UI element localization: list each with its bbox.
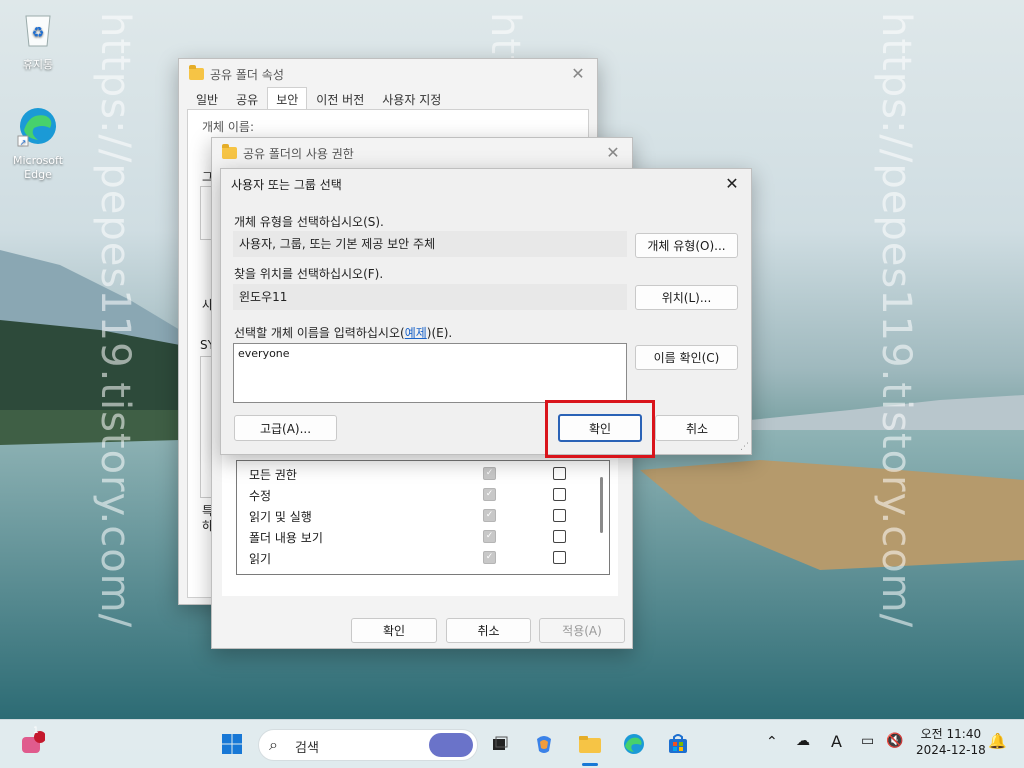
watermark: https://pepes119.tistory.com/: [873, 12, 919, 629]
permission-name: 읽기 및 실행: [249, 510, 312, 524]
permissions-apply-button[interactable]: 적용(A): [539, 618, 625, 643]
folder-icon: [189, 65, 204, 80]
active-app-indicator: [582, 763, 598, 766]
edge-label: Microsoft Edge: [12, 154, 64, 181]
search-placeholder: 검색: [295, 741, 319, 756]
object-names-label-prefix: 선택할 개체 이름을 입력하십시오(: [234, 326, 405, 340]
task-view-button[interactable]: [484, 728, 516, 760]
task-view-icon: [493, 736, 508, 750]
permissions-ok-button[interactable]: 확인: [351, 618, 437, 643]
network-offline-icon[interactable]: ☁: [796, 733, 810, 749]
properties-title: 공유 폴더 속성: [210, 67, 284, 82]
store-button[interactable]: [662, 728, 694, 760]
check-names-button[interactable]: 이름 확인(C): [635, 345, 738, 370]
properties-titlebar: 공유 폴더 속성: [179, 59, 597, 89]
svg-text:↗: ↗: [20, 138, 27, 147]
deny-checkbox[interactable]: [553, 488, 566, 501]
select-cancel-button[interactable]: 취소: [655, 415, 739, 441]
clock[interactable]: 오전 11:40 2024-12-18: [916, 726, 986, 758]
select-dialog-title: 사용자 또는 그룹 선택: [231, 177, 342, 192]
ime-indicator[interactable]: A: [831, 732, 842, 751]
chat-widget-button[interactable]: 1: [16, 726, 48, 760]
permissions-list: 모든 권한 ✓ 수정 ✓ 읽기 및 실행 ✓ 폴더 내용 보기 ✓ 읽기 ✓: [236, 460, 610, 575]
folder-icon: [222, 144, 237, 159]
permission-row: 읽기 ✓: [237, 548, 609, 568]
edge-icon: [624, 734, 644, 754]
permission-name: 폴더 내용 보기: [249, 531, 323, 545]
properties-close-button[interactable]: ✕: [567, 64, 589, 84]
edge-icon: ↗: [17, 108, 56, 147]
edge-shortcut[interactable]: ↗ Microsoft Edge: [6, 104, 70, 182]
select-users-dialog: 사용자 또는 그룹 선택 ✕ 개체 유형을 선택하십시오(S). 사용자, 그룹…: [220, 168, 752, 455]
permissions-scrollbar[interactable]: [600, 477, 603, 533]
allow-checkbox[interactable]: ✓: [483, 509, 496, 522]
chat-badge: 1: [33, 726, 39, 736]
deny-checkbox[interactable]: [553, 467, 566, 480]
copilot-button[interactable]: [528, 728, 560, 760]
allow-checkbox[interactable]: ✓: [483, 488, 496, 501]
svg-text:♻: ♻: [32, 25, 45, 41]
store-icon: [669, 734, 687, 753]
deny-checkbox[interactable]: [553, 551, 566, 564]
object-name-label: 개체 이름:: [202, 120, 255, 134]
object-type-field: 사용자, 그룹, 또는 기본 제공 보안 주체: [233, 231, 627, 257]
copilot-icon: [537, 736, 551, 753]
permission-row: 폴더 내용 보기 ✓: [237, 527, 609, 547]
file-explorer-button[interactable]: [574, 728, 606, 766]
permission-row: 읽기 및 실행 ✓: [237, 506, 609, 526]
advanced-button[interactable]: 고급(A)...: [234, 415, 337, 441]
allow-checkbox[interactable]: ✓: [483, 530, 496, 543]
chat-icon: [22, 731, 45, 753]
object-type-label: 개체 유형을 선택하십시오(S).: [234, 215, 384, 229]
taskbar-search-box[interactable]: ⌕ 검색: [258, 729, 478, 761]
recycle-bin-shortcut[interactable]: ♻ 휴지통: [6, 6, 70, 72]
permissions-title: 공유 폴더의 사용 권한: [243, 146, 354, 161]
speaker-muted-icon[interactable]: 🔇: [886, 733, 903, 749]
recycle-bin-icon: ♻: [25, 15, 51, 47]
select-dialog-close-button[interactable]: ✕: [721, 174, 743, 194]
clock-date: 2024-12-18: [916, 743, 986, 757]
search-highlight-image: [429, 733, 473, 757]
permission-name: 수정: [249, 489, 272, 503]
object-types-button[interactable]: 개체 유형(O)...: [635, 233, 738, 258]
locations-button[interactable]: 위치(L)...: [635, 285, 738, 310]
deny-checkbox[interactable]: [553, 509, 566, 522]
taskbar: 1 ⌕ 검색 ⌃ ☁ A ▭ 🔇 오전 11:40 2024-12-18 🔔: [0, 719, 1024, 768]
edge-taskbar-button[interactable]: [618, 728, 650, 760]
clock-time: 오전 11:40: [920, 727, 982, 741]
permission-name: 모든 권한: [249, 468, 297, 482]
select-dialog-titlebar: 사용자 또는 그룹 선택: [221, 169, 751, 199]
permissions-titlebar: 공유 폴더의 사용 권한: [212, 138, 632, 168]
object-names-label: 선택할 개체 이름을 입력하십시오(예제)(E).: [234, 324, 452, 341]
start-button[interactable]: [216, 728, 248, 760]
location-field: 윈도우11: [233, 284, 627, 310]
resize-grip-icon[interactable]: ⋰: [740, 442, 749, 452]
permissions-cancel-button[interactable]: 취소: [446, 618, 531, 643]
windows-logo-icon: [222, 734, 242, 754]
recycle-bin-label: 휴지통: [22, 58, 54, 71]
allow-checkbox[interactable]: ✓: [483, 551, 496, 564]
display-icon[interactable]: ▭: [861, 733, 874, 749]
show-hidden-icons-button[interactable]: ⌃: [766, 734, 778, 750]
file-explorer-icon: [579, 736, 601, 753]
permission-name: 읽기: [249, 552, 272, 566]
notification-bell-icon[interactable]: 🔔: [988, 732, 1007, 750]
permissions-close-button[interactable]: ✕: [602, 143, 624, 163]
watermark: https://pepes119.tistory.com/: [92, 12, 138, 629]
deny-checkbox[interactable]: [553, 530, 566, 543]
location-label: 찾을 위치를 선택하십시오(F).: [234, 267, 384, 281]
examples-link[interactable]: 예제: [405, 326, 427, 340]
search-icon: ⌕: [269, 735, 278, 754]
allow-checkbox[interactable]: ✓: [483, 467, 496, 480]
object-names-input[interactable]: everyone: [233, 343, 627, 403]
permission-row: 모든 권한 ✓: [237, 464, 609, 484]
object-names-label-suffix: )(E).: [426, 326, 453, 340]
permission-row: 수정 ✓: [237, 485, 609, 505]
highlight-box: [545, 400, 655, 458]
